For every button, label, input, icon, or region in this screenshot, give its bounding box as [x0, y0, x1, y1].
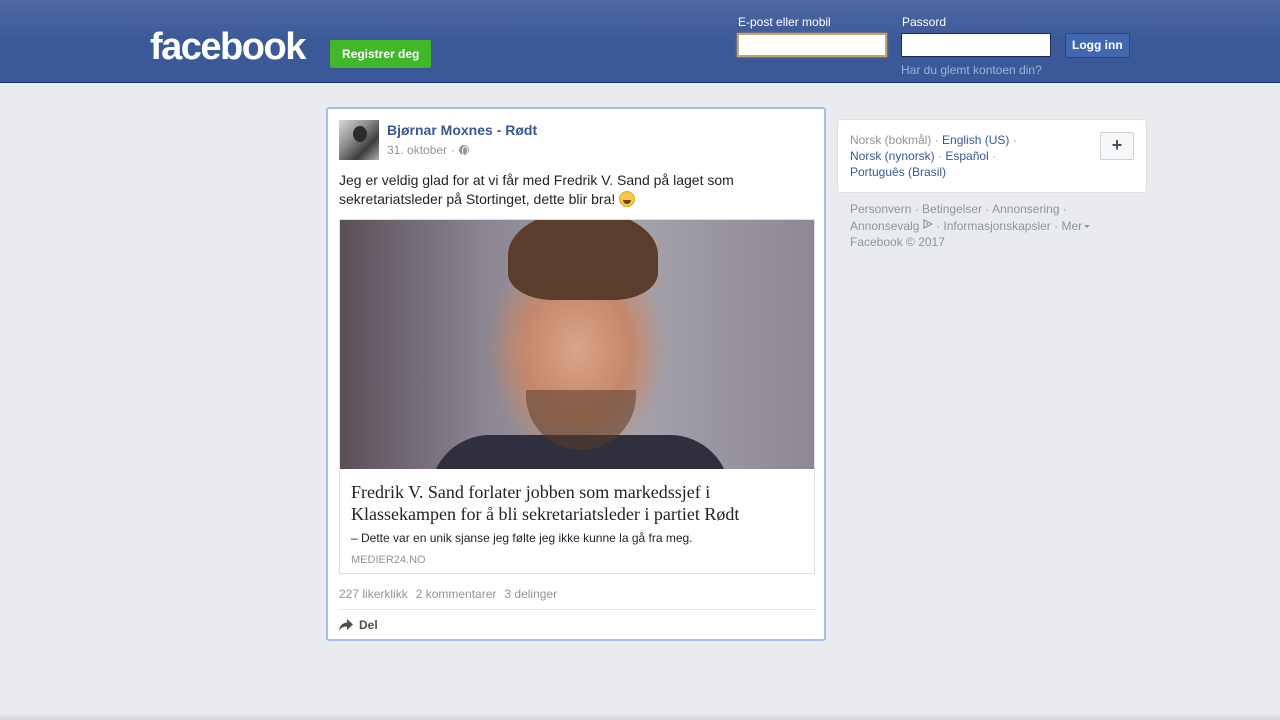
footer-advertising[interactable]: Annonsering: [992, 202, 1059, 216]
post-card: Bjørnar Moxnes - Rødt 31. oktober · Jeg …: [326, 107, 826, 641]
language-box: Norsk (bokmål) · English (US) · Norsk (n…: [837, 119, 1147, 193]
language-english[interactable]: English (US): [942, 133, 1009, 147]
laughing-emoji-icon: [619, 191, 636, 207]
post-date[interactable]: 31. oktober: [387, 143, 447, 157]
post-text: Jeg er veldig glad for at vi får med Fre…: [339, 171, 809, 209]
post-meta: 31. oktober ·: [387, 143, 470, 157]
image-hair: [508, 220, 658, 300]
post-stats: 227 likerklikk 2 kommentarer 3 delinger: [339, 587, 557, 601]
language-current: Norsk (bokmål): [850, 133, 932, 147]
footer-copyright: Facebook © 2017: [850, 235, 945, 249]
likes-count[interactable]: 227 likerklikk: [339, 587, 408, 601]
facebook-logo[interactable]: facebook: [150, 26, 306, 68]
top-bar: facebook Registrer deg E-post eller mobi…: [0, 0, 1280, 83]
caret-down-icon[interactable]: [1084, 225, 1091, 228]
author-avatar[interactable]: [339, 120, 379, 160]
language-nynorsk[interactable]: Norsk (nynorsk): [850, 149, 935, 163]
link-preview-body: Fredrik V. Sand forlater jobben som mark…: [340, 469, 814, 573]
email-input[interactable]: [737, 33, 887, 57]
share-arrow-icon: [339, 619, 353, 631]
adchoices-icon: [923, 217, 934, 229]
bottom-shadow: [0, 712, 1280, 720]
post-divider: [339, 609, 815, 610]
forgot-account-link[interactable]: Har du glemt kontoen din?: [901, 63, 1042, 77]
globe-icon[interactable]: [459, 145, 470, 156]
share-label: Del: [359, 618, 378, 632]
language-portugues[interactable]: Português (Brasil): [850, 165, 946, 179]
password-label: Passord: [902, 15, 947, 29]
link-description: – Dette var en unik sjanse jeg følte jeg…: [351, 531, 693, 545]
login-button[interactable]: Logg inn: [1065, 33, 1130, 58]
post-text-body: Jeg er veldig glad for at vi får med Fre…: [339, 172, 734, 207]
footer-cookies[interactable]: Informasjonskapsler: [943, 219, 1050, 233]
password-input[interactable]: [901, 33, 1051, 57]
email-label: E-post eller mobil: [738, 15, 831, 29]
meta-separator: ·: [451, 143, 456, 157]
footer-privacy[interactable]: Personvern: [850, 202, 911, 216]
link-domain: MEDIER24.NO: [351, 554, 426, 566]
shares-count[interactable]: 3 delinger: [504, 587, 557, 601]
language-list: Norsk (bokmål) · English (US) · Norsk (n…: [850, 133, 1017, 179]
footer-links: Personvern · Betingelser · Annonsering ·…: [850, 201, 1110, 250]
comments-count[interactable]: 2 kommentarer: [416, 587, 497, 601]
footer-terms[interactable]: Betingelser: [922, 202, 982, 216]
link-preview[interactable]: Fredrik V. Sand forlater jobben som mark…: [339, 219, 815, 574]
register-button[interactable]: Registrer deg: [330, 40, 432, 68]
footer-more[interactable]: Mer: [1061, 219, 1082, 233]
share-button[interactable]: Del: [339, 618, 378, 632]
link-preview-image[interactable]: [340, 220, 814, 469]
language-espanol[interactable]: Español: [945, 149, 988, 163]
link-title[interactable]: Fredrik V. Sand forlater jobben som mark…: [351, 481, 803, 525]
add-language-button[interactable]: +: [1100, 132, 1134, 160]
footer-ad-choices[interactable]: Annonsevalg: [850, 219, 919, 233]
post-author[interactable]: Bjørnar Moxnes - Rødt: [387, 122, 537, 138]
